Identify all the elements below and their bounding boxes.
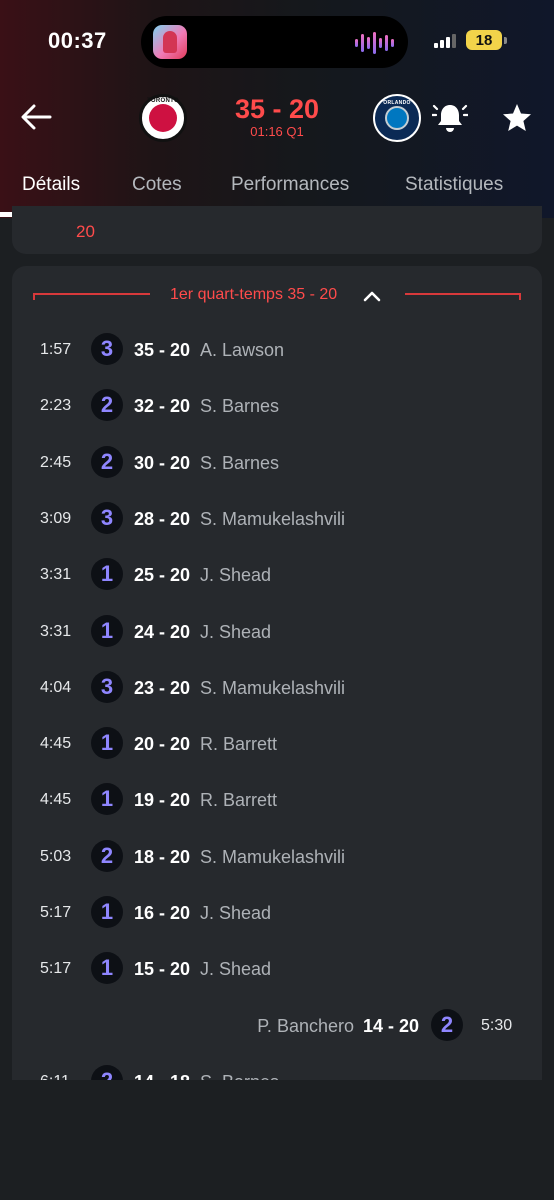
points-badge: 2	[91, 445, 123, 478]
play-score: 14 - 20	[362, 1015, 419, 1036]
notifications-button[interactable]	[430, 100, 470, 136]
player-name: S. Mamukelashvili	[200, 846, 346, 867]
favorite-button[interactable]	[499, 100, 535, 136]
game-clock: 01:16 Q1	[250, 124, 304, 139]
player-name: J. Shead	[200, 565, 272, 586]
play-time: 4:45	[40, 735, 72, 753]
play-time: 3:31	[40, 622, 72, 640]
play-score: 30 - 20	[134, 452, 191, 473]
match-header: TORONTO 35 - 20 01:16 Q1 ORLANDO	[0, 86, 554, 148]
divider-left	[33, 293, 150, 300]
play-row[interactable]: 2:45 2 30 - 20 S. Barnes	[0, 443, 554, 483]
status-time: 00:37	[48, 28, 107, 53]
divider-right	[405, 293, 521, 300]
play-row[interactable]: 3:09 3 28 - 20 S. Mamukelashvili	[0, 499, 554, 539]
play-row[interactable]: 1:57 3 35 - 20 A. Lawson	[0, 330, 554, 370]
quarter-header[interactable]: 1er quart-temps 35 - 20	[12, 284, 542, 308]
status-bar: 00:37 18	[0, 0, 554, 84]
player-name: S. Mamukelashvili	[200, 508, 346, 529]
play-time: 5:03	[40, 847, 72, 865]
tab-odds[interactable]: Cotes	[132, 174, 182, 196]
live-score: 35 - 20	[234, 94, 320, 124]
play-row[interactable]: 5:17 1 16 - 20 J. Shead	[0, 893, 554, 933]
play-time: 5:30	[481, 1016, 513, 1034]
play-row[interactable]: 4:45 1 19 - 20 R. Barrett	[0, 780, 554, 820]
points-badge: 2	[91, 389, 123, 422]
points-badge: 1	[91, 558, 123, 591]
points-badge: 1	[91, 896, 123, 928]
tab-statistics[interactable]: Statistiques	[405, 174, 503, 196]
play-score: 18 - 20	[134, 846, 191, 867]
bell-icon	[430, 104, 470, 132]
points-badge: 1	[91, 727, 123, 760]
play-score: 20 - 20	[134, 734, 191, 755]
points-badge: 1	[91, 952, 123, 985]
player-name: A. Lawson	[200, 340, 285, 360]
player-name: P. Banchero	[257, 1015, 354, 1036]
play-score: 25 - 20	[134, 565, 191, 586]
play-row[interactable]: 3:31 1 25 - 20 J. Shead	[0, 555, 554, 595]
cellular-signal-icon	[434, 32, 456, 48]
play-row[interactable]: 3:31 1 24 - 20 J. Shead	[0, 612, 554, 652]
play-score: 15 - 20	[134, 959, 191, 980]
points-badge: 2	[431, 1008, 463, 1041]
play-score: 35 - 20	[134, 340, 191, 360]
play-time: 3:31	[40, 566, 72, 584]
play-time: 5:17	[40, 960, 72, 978]
play-time: 2:23	[40, 397, 72, 415]
play-score: 32 - 20	[134, 396, 191, 417]
player-name: S. Mamukelashvili	[200, 677, 346, 698]
play-row[interactable]: 5:30 2 14 - 20 P. Banchero	[0, 1006, 554, 1046]
previous-section-card: 20	[12, 206, 542, 254]
play-time: 1:57	[40, 341, 72, 358]
player-name: R. Barrett	[200, 734, 278, 755]
points-badge: 1	[91, 783, 123, 816]
player-name: J. Shead	[200, 621, 272, 642]
star-icon	[503, 104, 531, 131]
magic-logo[interactable]: ORLANDO	[373, 94, 421, 142]
points-badge: 3	[91, 501, 123, 534]
quarter-title: 1er quart-temps 35 - 20	[170, 286, 338, 303]
play-time: 4:45	[40, 791, 72, 809]
play-time: 5:17	[40, 904, 72, 921]
play-row[interactable]: 5:17 1 15 - 20 J. Shead	[0, 949, 554, 989]
previous-section-value: 20	[76, 222, 95, 241]
points-badge: 3	[91, 333, 123, 365]
play-score: 28 - 20	[134, 508, 191, 529]
player-name: S. Barnes	[200, 396, 280, 417]
play-score: 19 - 20	[134, 790, 191, 811]
audio-wave-icon	[355, 32, 394, 54]
player-name: J. Shead	[200, 903, 272, 923]
player-name: R. Barrett	[200, 790, 278, 811]
player-name: S. Barnes	[200, 452, 280, 473]
play-score: 23 - 20	[134, 677, 191, 698]
points-badge: 1	[91, 614, 123, 647]
battery-indicator: 18	[466, 30, 507, 50]
play-time: 2:45	[40, 453, 72, 471]
play-score: 24 - 20	[134, 621, 191, 642]
now-playing-artwork	[153, 25, 187, 59]
chevron-up-icon[interactable]	[362, 287, 382, 305]
dynamic-island[interactable]	[141, 16, 408, 68]
tab-details[interactable]: Détails	[22, 174, 80, 196]
play-row[interactable]: 4:04 3 23 - 20 S. Mamukelashvili	[0, 668, 554, 708]
play-row[interactable]: 4:45 1 20 - 20 R. Barrett	[0, 724, 554, 764]
play-row[interactable]: 2:23 2 32 - 20 S. Barnes	[0, 386, 554, 426]
points-badge: 3	[91, 670, 123, 703]
player-name: J. Shead	[200, 959, 272, 980]
points-badge: 2	[91, 839, 123, 872]
play-row[interactable]: 5:03 2 18 - 20 S. Mamukelashvili	[0, 837, 554, 877]
play-score: 16 - 20	[134, 903, 191, 923]
tab-performances[interactable]: Performances	[231, 174, 349, 196]
play-time: 4:04	[40, 678, 72, 696]
bottom-area	[0, 1080, 554, 1200]
play-time: 3:09	[40, 509, 72, 527]
